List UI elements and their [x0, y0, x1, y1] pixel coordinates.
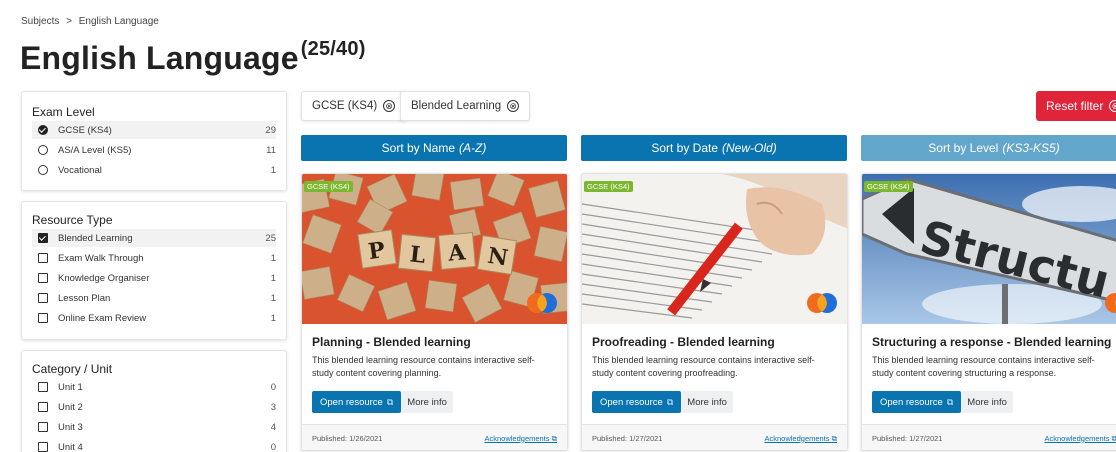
card-footer: Published: 1/27/2021 Acknowledgements ⧉: [582, 424, 847, 450]
chip-label: Blended Learning: [411, 100, 502, 112]
more-info-button[interactable]: More info: [681, 391, 733, 413]
active-filter-chip-gcse[interactable]: GCSE (KS4) ⊗: [301, 91, 407, 121]
external-link-icon: ⧉: [386, 396, 394, 407]
tile-letter: L: [408, 241, 426, 268]
checkbox-icon: [38, 293, 48, 303]
exam-level-filter-panel: Exam Level GCSE (KS4) 29 AS/A Level (KS5…: [21, 91, 287, 191]
checkbox-icon: [38, 442, 48, 452]
level-badge: GCSE (KS4): [584, 181, 633, 192]
external-link-icon: ⧉: [666, 396, 674, 407]
card-footer: Published: 1/27/2021 Acknowledgements ⧉: [862, 424, 1116, 450]
acknowledgements-link[interactable]: Acknowledgements ⧉: [485, 434, 558, 444]
facet-online-exam-review[interactable]: Online Exam Review 1: [32, 309, 276, 327]
result-count: (25/40): [300, 38, 366, 60]
card-description: This blended learning resource contains …: [312, 355, 535, 378]
exam-level-title: Exam Level: [32, 105, 95, 119]
more-info-button[interactable]: More info: [961, 391, 1013, 413]
sort-by-level-button[interactable]: Sort by Level (KS3-KS5): [861, 135, 1116, 161]
remove-circle-icon: ⊗: [1109, 100, 1116, 112]
reset-filter-button[interactable]: Reset filter ⊗: [1036, 91, 1116, 121]
checkbox-icon: [38, 273, 48, 283]
page-title-text: English Language: [20, 40, 299, 76]
card-description: This blended learning resource contains …: [872, 355, 1095, 378]
radio-icon: [38, 165, 48, 175]
provider-logo-icon: [807, 293, 837, 313]
resource-card: Structu GCSE (KS4) Structuring a respons…: [861, 173, 1116, 451]
card-description: This blended learning resource contains …: [592, 355, 815, 378]
chip-label: GCSE (KS4): [312, 100, 378, 112]
breadcrumb-current: English Language: [78, 16, 159, 27]
checkbox-icon: [38, 402, 48, 412]
remove-circle-icon[interactable]: ⊗: [383, 100, 396, 112]
facet-vocational[interactable]: Vocational 1: [32, 161, 276, 179]
published-date: Published: 1/27/2021: [592, 434, 663, 443]
card-footer: Published: 1/26/2021 Acknowledgements ⧉: [302, 424, 567, 450]
external-link-icon: ⧉: [946, 396, 954, 407]
card-title: Planning - Blended learning: [312, 335, 471, 349]
resource-card: P L A N GCSE (KS4) Planning - Blended le…: [301, 173, 568, 451]
breadcrumb-subjects-link[interactable]: Subjects: [21, 16, 59, 27]
category-filter-panel: Category / Unit Unit 1 0 Unit 2 3 Unit 3…: [21, 350, 287, 452]
resource-type-filter-panel: Resource Type Blended Learning 25 Exam W…: [21, 201, 287, 340]
category-title: Category / Unit: [32, 362, 113, 376]
more-info-button[interactable]: More info: [401, 391, 453, 413]
external-link-icon: ⧉: [551, 433, 557, 443]
checkbox-icon: [38, 422, 48, 432]
facet-gcse-ks4[interactable]: GCSE (KS4) 29: [32, 121, 276, 139]
structure-sign-image: Structu: [862, 174, 1116, 324]
page: Subjects > English Language English Lang…: [0, 0, 1116, 452]
published-date: Published: 1/27/2021: [872, 434, 943, 443]
tile-letter: A: [446, 239, 467, 267]
checkbox-icon: [38, 313, 48, 323]
facet-unit-4[interactable]: Unit 4 0: [32, 438, 276, 452]
facet-as-a-level[interactable]: AS/A Level (KS5) 11: [32, 141, 276, 159]
facet-knowledge-organiser[interactable]: Knowledge Organiser 1: [32, 269, 276, 287]
sort-by-date-button[interactable]: Sort by Date (New-Old): [581, 135, 847, 161]
open-resource-button[interactable]: Open resource ⧉: [312, 391, 402, 413]
card-title: Structuring a response - Blended learnin…: [872, 335, 1112, 349]
active-filter-chip-blended[interactable]: Blended Learning ⊗: [400, 91, 531, 121]
card-title: Proofreading - Blended learning: [592, 335, 775, 349]
level-badge: GCSE (KS4): [864, 181, 913, 192]
acknowledgements-link[interactable]: Acknowledgements ⧉: [1045, 434, 1116, 444]
published-date: Published: 1/26/2021: [312, 434, 383, 443]
breadcrumb: Subjects > English Language: [21, 16, 163, 27]
external-link-icon: ⧉: [1112, 434, 1116, 443]
level-badge: GCSE (KS4): [304, 181, 353, 192]
acknowledgements-link[interactable]: Acknowledgements ⧉: [765, 434, 838, 444]
sort-by-name-button[interactable]: Sort by Name (A-Z): [301, 135, 567, 161]
radio-icon: [38, 145, 48, 155]
facet-blended-learning[interactable]: Blended Learning 25: [32, 229, 276, 247]
breadcrumb-separator: >: [66, 16, 72, 27]
facet-unit-3[interactable]: Unit 3 4: [32, 418, 276, 436]
remove-circle-icon[interactable]: ⊗: [507, 100, 520, 112]
open-resource-button[interactable]: Open resource ⧉: [592, 391, 682, 413]
resource-card: GCSE (KS4) Proofreading - Blended learni…: [581, 173, 848, 451]
checkbox-icon: [38, 253, 48, 263]
facet-lesson-plan[interactable]: Lesson Plan 1: [32, 289, 276, 307]
external-link-icon: ⧉: [831, 433, 837, 443]
reset-filter-label: Reset filter: [1046, 99, 1104, 113]
page-title: English Language (25/40): [20, 38, 366, 77]
facet-unit-1[interactable]: Unit 1 0: [32, 378, 276, 396]
facet-exam-walk-through[interactable]: Exam Walk Through 1: [32, 249, 276, 267]
provider-logo-icon: [527, 293, 557, 313]
checkbox-checked-icon: [38, 233, 48, 243]
tile-letter: N: [486, 243, 510, 272]
open-resource-button[interactable]: Open resource ⧉: [872, 391, 962, 413]
resource-type-title: Resource Type: [32, 213, 113, 227]
radio-checked-icon: [38, 125, 48, 135]
checkbox-icon: [38, 382, 48, 392]
facet-unit-2[interactable]: Unit 2 3: [32, 398, 276, 416]
provider-logo-icon: [1105, 293, 1116, 313]
